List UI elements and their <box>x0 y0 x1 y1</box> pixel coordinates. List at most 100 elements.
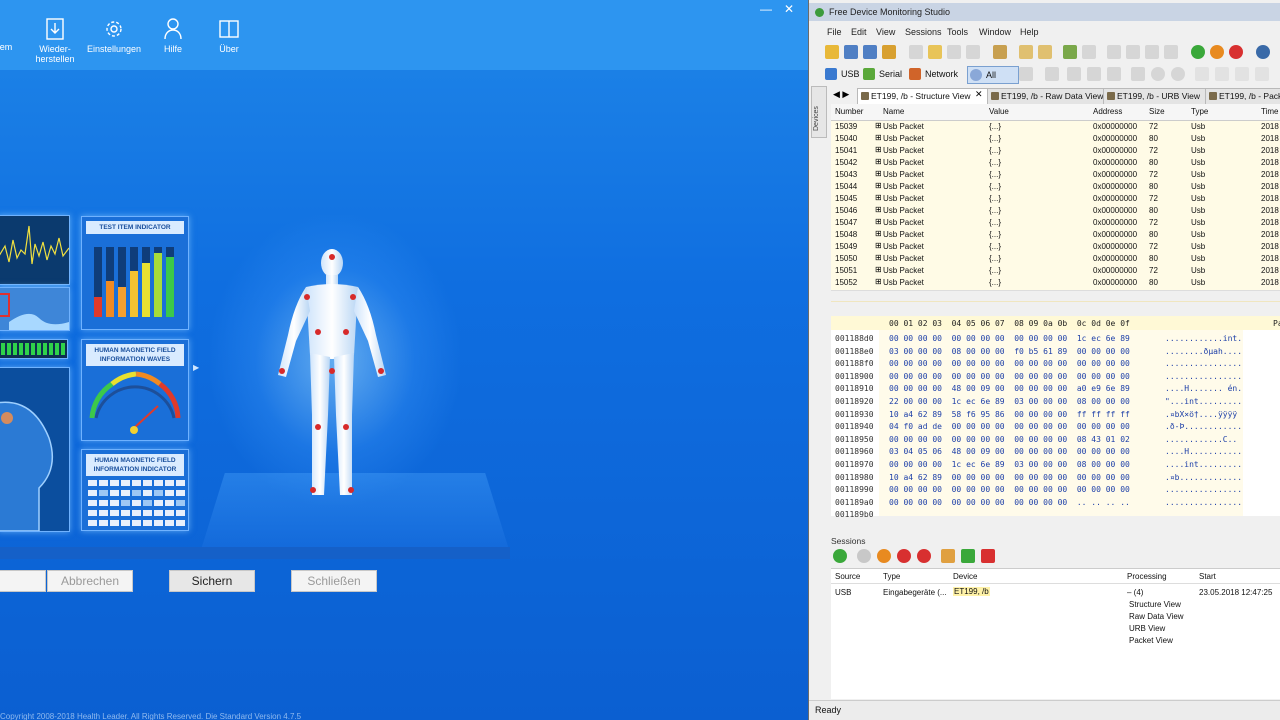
session-view-raw[interactable]: Raw Data View <box>1129 612 1184 621</box>
filter4-icon[interactable] <box>1087 67 1101 81</box>
menu-tools[interactable]: Tools <box>947 27 968 37</box>
expand-icon[interactable]: ⊞ <box>875 217 882 226</box>
minimize-button[interactable]: — <box>760 2 772 16</box>
session-stop-icon[interactable] <box>897 549 911 563</box>
save-icon[interactable] <box>844 45 858 59</box>
pause-icon[interactable] <box>1210 45 1224 59</box>
expand-icon[interactable]: ⊞ <box>875 121 882 130</box>
expand-icon[interactable]: ⊞ <box>875 133 882 142</box>
find-icon[interactable] <box>993 45 1007 59</box>
hex-row[interactable]: 00118980 10 a4 62 89 00 00 00 00 00 00 00… <box>831 473 1280 485</box>
col-value[interactable]: Value <box>989 107 1009 116</box>
filter3-icon[interactable] <box>1067 67 1081 81</box>
expand-icon[interactable]: ⊞ <box>875 241 882 250</box>
hex-row[interactable]: 001189b0 <box>831 510 1280 522</box>
expand-icon[interactable]: ⊞ <box>875 277 882 286</box>
session-source[interactable]: USB <box>835 588 851 597</box>
menu-sessions[interactable]: Sessions <box>905 27 942 37</box>
doc4-icon[interactable] <box>1164 45 1178 59</box>
all-button[interactable]: All <box>967 66 1019 84</box>
expand-icon[interactable]: ⊞ <box>875 193 882 202</box>
undo-icon[interactable] <box>966 45 980 59</box>
cursor2-icon[interactable] <box>1215 67 1229 81</box>
menu-help[interactable]: Help <box>1020 27 1039 37</box>
serial-button[interactable]: Serial <box>861 66 902 82</box>
filter5-icon[interactable] <box>1107 67 1121 81</box>
toolbar-about-button[interactable]: Über <box>214 18 244 54</box>
menu-view[interactable]: View <box>876 27 895 37</box>
toolbar-restore-button[interactable]: Wieder- herstellen <box>32 18 78 64</box>
doc-icon[interactable] <box>1107 45 1121 59</box>
tab-raw-data-view[interactable]: ET199, /b - Raw Data View <box>987 88 1112 105</box>
save-button[interactable]: Sichern <box>169 570 255 592</box>
col-source[interactable]: Source <box>835 572 860 581</box>
col-address[interactable]: Address <box>1093 107 1122 116</box>
devices-side-tab[interactable]: Devices <box>811 86 827 138</box>
expand-icon[interactable]: ⊞ <box>875 145 882 154</box>
check-icon[interactable] <box>1063 45 1077 59</box>
col-name[interactable]: Name <box>883 107 904 116</box>
hex-row[interactable]: 001189a0 00 00 00 00 00 00 00 00 00 00 00… <box>831 498 1280 510</box>
new-session-icon[interactable] <box>825 45 839 59</box>
filter-icon[interactable] <box>1019 67 1033 81</box>
partial-button[interactable] <box>0 570 46 592</box>
hex-row[interactable]: 00118940 04 f0 ad de 00 00 00 00 00 00 00… <box>831 422 1280 434</box>
folder-icon[interactable] <box>1038 45 1052 59</box>
session-view-urb[interactable]: URB View <box>1129 624 1165 633</box>
hex-row[interactable]: 001188f0 00 00 00 00 00 00 00 00 00 00 00… <box>831 359 1280 371</box>
tab-packet-view[interactable]: ET199, /b - Packet <box>1205 88 1280 105</box>
menu-window[interactable]: Window <box>979 27 1011 37</box>
session-type[interactable]: Eingabegeräte (... <box>883 588 947 597</box>
expand-icon[interactable]: ⊞ <box>875 181 882 190</box>
close-tab-icon[interactable]: ✕ <box>975 89 983 100</box>
stop-icon[interactable] <box>1229 45 1243 59</box>
hex-row[interactable]: 00118910 00 00 00 00 48 00 09 00 00 00 00… <box>831 384 1280 396</box>
cut-icon[interactable] <box>909 45 923 59</box>
menu-edit[interactable]: Edit <box>851 27 867 37</box>
menu-file[interactable]: File <box>827 27 842 37</box>
col-processing[interactable]: Processing <box>1127 572 1167 581</box>
session-processing[interactable]: – (4) <box>1127 588 1143 597</box>
col-type[interactable]: Type <box>1191 107 1208 116</box>
close-window-button[interactable]: ✕ <box>784 2 794 16</box>
usb-button[interactable]: USB <box>823 66 860 82</box>
info-icon[interactable] <box>1256 45 1270 59</box>
expand-icon[interactable]: ⊞ <box>875 169 882 178</box>
session-remove-icon[interactable] <box>981 549 995 563</box>
hex-row[interactable]: 00118950 00 00 00 00 00 00 00 00 00 00 00… <box>831 435 1280 447</box>
session-pause-icon[interactable] <box>877 549 891 563</box>
col-device[interactable]: Device <box>953 572 977 581</box>
save-all-icon[interactable] <box>863 45 877 59</box>
open-icon[interactable] <box>1019 45 1033 59</box>
expand-icon[interactable]: ⊞ <box>875 157 882 166</box>
tool-icon[interactable] <box>1082 45 1096 59</box>
session-view-packet[interactable]: Packet View <box>1129 636 1173 645</box>
tab-urb-view[interactable]: ET199, /b - URB View <box>1103 88 1216 105</box>
hex-row[interactable]: 001188d0 00 00 00 00 00 00 00 00 00 00 00… <box>831 334 1280 346</box>
session-view-structure[interactable]: Structure View <box>1129 600 1181 609</box>
toolbar-settings-button[interactable]: Einstellungen <box>86 18 142 54</box>
cancel-button[interactable]: Abbrechen <box>47 570 133 592</box>
col-size[interactable]: Size <box>1149 107 1165 116</box>
toolbar-system-button[interactable]: em <box>0 18 16 52</box>
toolbar-help-button[interactable]: Hilfe <box>158 18 188 54</box>
expand-arrow-icon[interactable]: ▶ <box>193 363 199 372</box>
export-icon[interactable] <box>1131 67 1145 81</box>
session-add-icon[interactable] <box>961 549 975 563</box>
doc2-icon[interactable] <box>1126 45 1140 59</box>
expand-icon[interactable]: ⊞ <box>875 205 882 214</box>
clock-icon[interactable] <box>1151 67 1165 81</box>
col-time[interactable]: Time <box>1261 107 1278 116</box>
hex-row[interactable]: 00118900 00 00 00 00 00 00 00 00 00 00 00… <box>831 372 1280 384</box>
col-number[interactable]: Number <box>835 107 863 116</box>
hex-row[interactable]: 001188e0 03 00 00 00 08 00 00 00 f0 b5 61… <box>831 347 1280 359</box>
network-button[interactable]: Network <box>907 66 958 82</box>
session-chart-icon[interactable] <box>941 549 955 563</box>
tab-nav-arrows-icon[interactable]: ◀ ▶ <box>833 89 849 100</box>
session-close-icon[interactable] <box>917 549 931 563</box>
hex-row[interactable]: 00118960 03 04 05 06 48 00 09 00 00 00 00… <box>831 447 1280 459</box>
start-icon[interactable] <box>1191 45 1205 59</box>
hex-row[interactable]: 00118970 00 00 00 00 1c ec 6e 89 03 00 00… <box>831 460 1280 472</box>
close-file-icon[interactable] <box>882 45 896 59</box>
hex-row[interactable]: 00118990 00 00 00 00 00 00 00 00 00 00 00… <box>831 485 1280 497</box>
